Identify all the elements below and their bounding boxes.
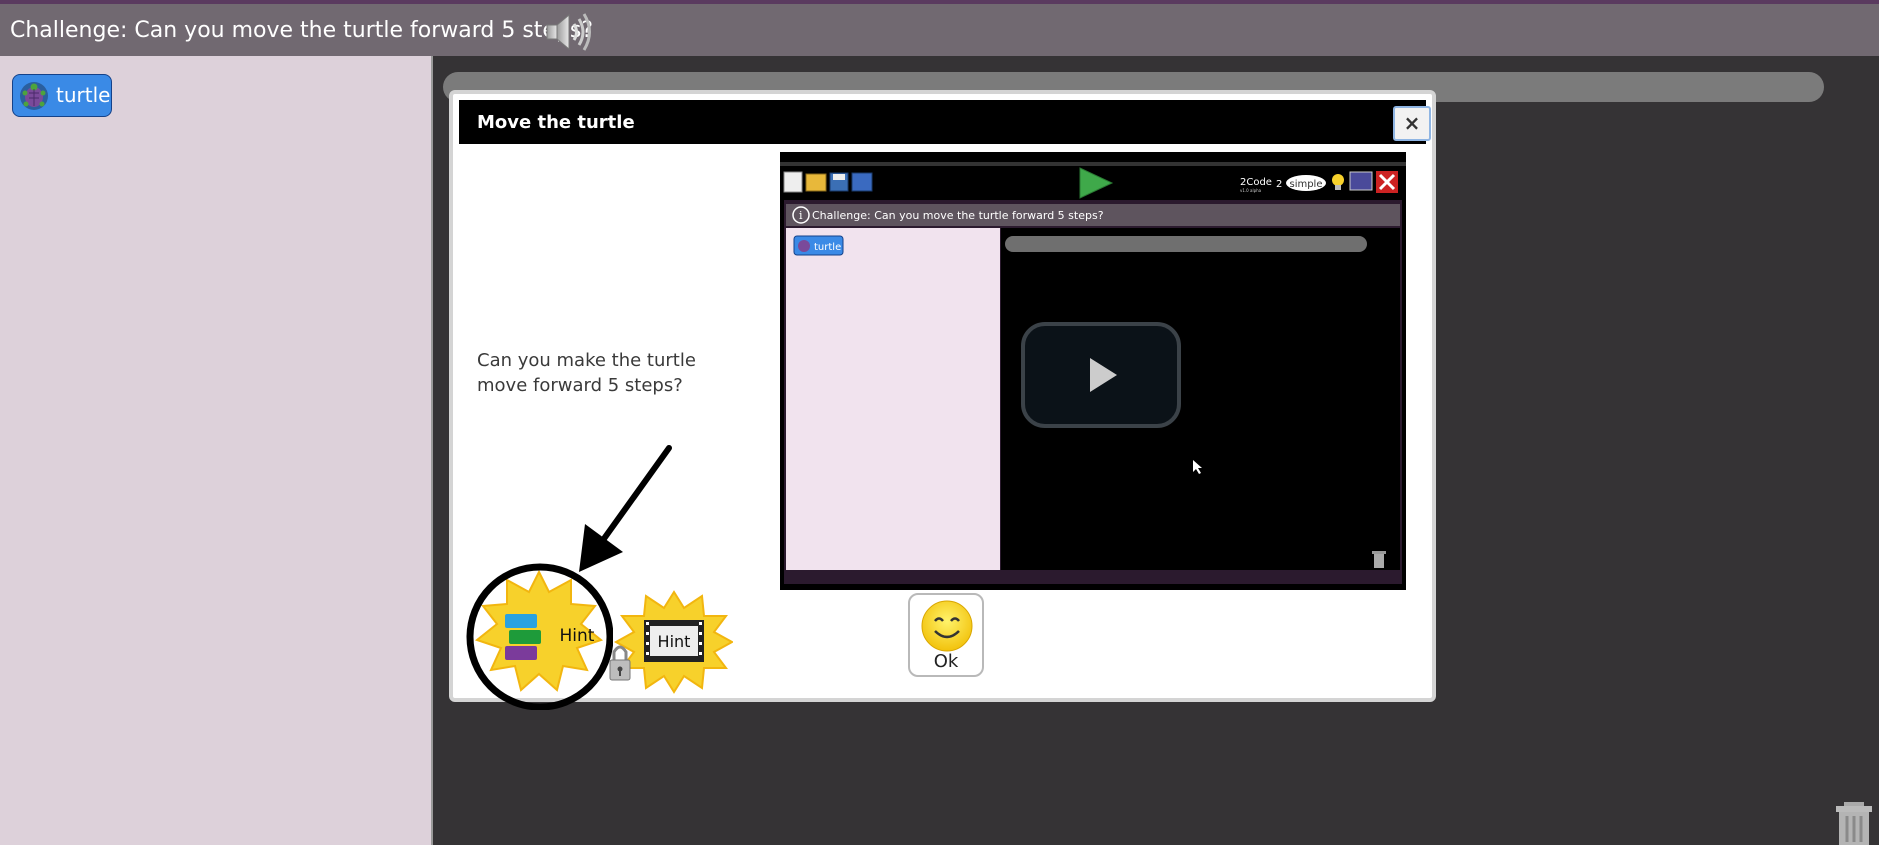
video-preview[interactable]: 2Code v1.0 alpha 2 simple i Challenge: C… (780, 152, 1406, 590)
smiley-icon (921, 600, 973, 652)
lightbulb-icon (1332, 174, 1344, 186)
sprite-panel: turtle (0, 56, 433, 845)
new-file-icon (783, 171, 803, 193)
hint-video-label: Hint (658, 632, 691, 651)
speaker-icon[interactable] (543, 10, 595, 54)
close-button[interactable]: × (1393, 106, 1431, 141)
hint-video-button[interactable]: Hint (608, 590, 733, 694)
share-icon (851, 172, 873, 192)
turtle-icon (20, 82, 48, 110)
lock-icon (609, 645, 631, 681)
dialog-header: Move the turtle × (459, 100, 1431, 144)
ok-button[interactable]: Ok (908, 593, 984, 677)
svg-text:2: 2 (1276, 179, 1282, 190)
block-purple-icon (505, 646, 537, 660)
arrow-icon (579, 445, 672, 572)
video-challenge-text: Challenge: Can you move the turtle forwa… (812, 209, 1104, 222)
sprite-turtle-button[interactable]: turtle (12, 74, 112, 117)
challenge-title: Challenge: Can you move the turtle forwa… (10, 18, 594, 43)
challenge-bar: Challenge: Can you move the turtle forwa… (0, 0, 1879, 56)
hint-blocks-label: Hint (560, 626, 595, 646)
video-brand: simple (1289, 179, 1322, 190)
block-blue-icon (505, 614, 537, 628)
ok-label: Ok (933, 651, 959, 672)
challenge-dialog: Move the turtle × Can you make the turtl… (449, 90, 1436, 710)
video-app-name: 2Code (1240, 177, 1272, 188)
fullscreen-icon (1349, 171, 1373, 191)
sprite-label: turtle (56, 83, 111, 107)
trash-icon (1372, 551, 1386, 568)
dialog-title: Move the turtle (477, 112, 635, 133)
block-green-icon (509, 630, 541, 644)
turtle-icon (798, 240, 810, 252)
svg-text:i: i (799, 209, 803, 222)
video-sprite-label: turtle (814, 242, 841, 253)
folder-icon (805, 173, 827, 192)
challenge-question: Can you make the turtle move forward 5 s… (477, 350, 696, 396)
trash-icon[interactable] (1832, 800, 1876, 845)
hint-blocks-button[interactable]: Hint (465, 562, 613, 710)
video-app-version: v1.0 alpha (1240, 188, 1262, 193)
